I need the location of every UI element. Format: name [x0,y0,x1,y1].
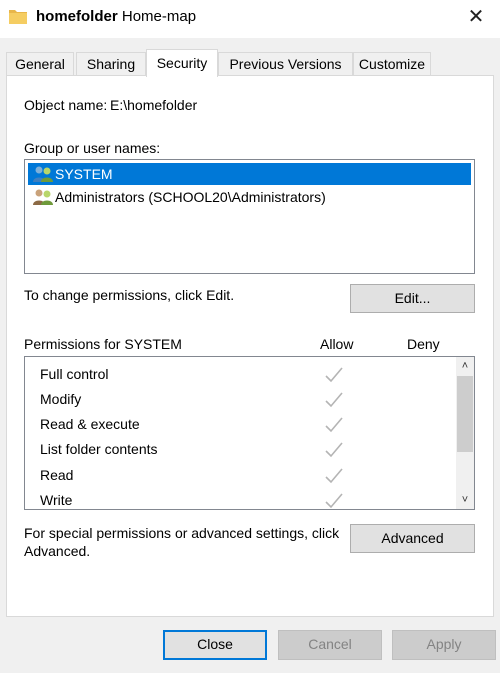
window-title: homefolder Home-map [36,8,196,25]
tab-customize[interactable]: Customize [353,52,431,76]
permission-label: Read [40,467,74,483]
permission-label: Read & execute [40,416,140,432]
tab-previous-versions[interactable]: Previous Versions [218,52,353,76]
user-item-system[interactable]: SYSTEM [28,163,471,185]
allow-check-icon [325,392,343,408]
edit-button[interactable]: Edit... [350,284,475,313]
tab-sharing[interactable]: Sharing [76,52,146,76]
window-title-folder: homefolder [36,8,118,25]
users-icon [33,189,53,205]
permissions-for-label: Permissions for SYSTEM [24,336,182,352]
object-name-label: Object name: [24,97,108,113]
permission-row: List folder contents [40,437,440,462]
window-title-subtitle: Home-map [121,8,197,25]
user-item-label: Administrators (SCHOOL20\Administrators) [55,189,326,205]
permission-label: Modify [40,391,82,407]
permission-label: Full control [40,366,109,382]
scroll-thumb[interactable] [457,376,473,452]
permission-row: Read [40,463,440,488]
user-item-label: SYSTEM [55,166,113,182]
tab-general[interactable]: General [6,52,74,76]
apply-button[interactable]: Apply [392,630,496,660]
scroll-down-icon[interactable]: ˅ [456,491,474,509]
permission-label: List folder contents [40,441,158,457]
permission-row: Modify [40,387,440,412]
allow-check-icon [325,493,343,509]
deny-column-header: Deny [407,336,440,352]
permissions-scrollbar[interactable]: ˄ ˅ [456,357,474,509]
permission-row: Read & execute [40,412,440,437]
user-list[interactable]: SYSTEM Administrators (SCHOOL20\Administ… [24,159,475,274]
permission-row: Full control [40,362,440,387]
allow-check-icon [325,367,343,383]
user-item-administrators[interactable]: Administrators (SCHOOL20\Administrators) [28,186,326,208]
close-window-icon[interactable]: ✕ [458,0,494,34]
tab-security[interactable]: Security [146,49,218,77]
allow-check-icon [325,468,343,484]
permission-row: Write [40,488,440,509]
allow-check-icon [325,442,343,458]
security-panel: Object name: E:\homefolder Group or user… [6,75,494,617]
allow-column-header: Allow [320,336,354,352]
close-button[interactable]: Close [163,630,267,660]
permissions-list[interactable]: Full control Modify Read & execute List … [24,356,475,510]
object-name-value: E:\homefolder [110,97,198,113]
folder-icon [9,10,27,24]
cancel-button[interactable]: Cancel [278,630,382,660]
title-bar: homefolder Home-map ✕ [0,0,500,38]
allow-check-icon [325,417,343,433]
scroll-up-icon[interactable]: ˄ [456,357,474,375]
permission-label: Write [40,492,73,508]
advanced-button[interactable]: Advanced [350,524,475,553]
users-icon [33,166,53,182]
change-permissions-text: To change permissions, click Edit. [24,287,235,303]
group-names-label: Group or user names: [24,140,161,156]
special-permissions-text: For special permissions or advanced sett… [24,525,340,559]
